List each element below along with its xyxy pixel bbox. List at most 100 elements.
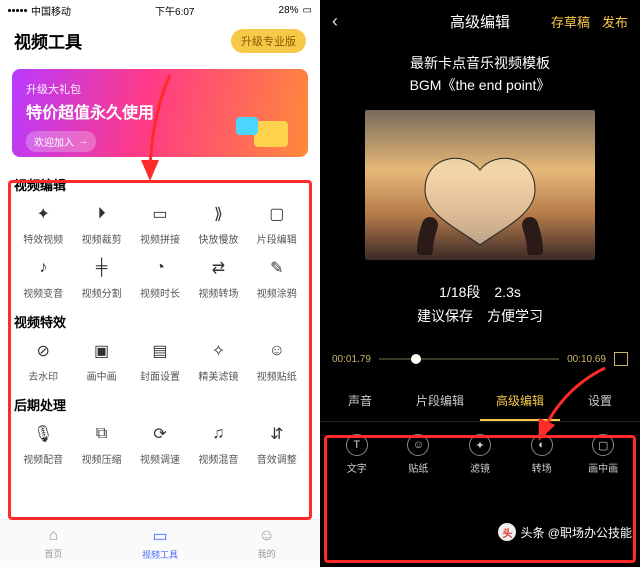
upgrade-pro-button[interactable]: 升级专业版: [231, 29, 306, 53]
editor-tabs: 声音 片段编辑 高级编辑 设置: [320, 382, 640, 422]
tool-label: 快放慢放: [198, 231, 238, 246]
editor-tool-item[interactable]: T 文字: [326, 434, 388, 475]
bottom-tabbar: ⌂首页 ▭视频工具 ☺我的: [0, 519, 320, 567]
timeline-knob[interactable]: [411, 354, 421, 364]
tool-label: 片段编辑: [257, 231, 297, 246]
tool-label: 视频分割: [82, 285, 122, 300]
tool-item[interactable]: ⟫ 快放慢放: [189, 202, 247, 246]
tool-item[interactable]: ◔视频时长: [131, 256, 189, 300]
tool-item[interactable]: ♫视频混音: [189, 422, 247, 466]
tool-item[interactable]: ⏵ 视频裁剪: [72, 202, 130, 246]
tool-item[interactable]: ☺ 视频贴纸: [248, 339, 306, 383]
tab-sound[interactable]: 声音: [320, 382, 400, 421]
section-title: 视频特效: [14, 312, 306, 331]
tool-label: 视频时长: [140, 285, 180, 300]
status-time: 下午6:07: [155, 3, 194, 18]
tool-item[interactable]: 🎙视频配音: [14, 422, 72, 466]
tool-icon: ✦: [31, 202, 55, 226]
time-end: 00:10.69: [567, 354, 606, 365]
tool-icon: ⟫: [206, 202, 230, 226]
time-start: 00:01.79: [332, 354, 371, 365]
clip-meta: 1/18段2.3s 建议保存方便学习: [320, 282, 640, 326]
tool-item[interactable]: ▭ 视频拼接: [131, 202, 189, 246]
timeline-track[interactable]: [379, 358, 559, 360]
tool-item[interactable]: ╪ 视频分割: [72, 256, 130, 300]
left-phone: 中国移动 下午6:07 28%▭ 视频工具 升级专业版 升级大礼包 特价超值永久…: [0, 0, 320, 567]
tool-item[interactable]: ⟳视频调速: [131, 422, 189, 466]
tool-icon: ♫: [206, 422, 230, 446]
editor-tool-label: 转场: [532, 460, 552, 475]
carrier: 中国移动: [31, 3, 71, 18]
tab-mine[interactable]: ☺我的: [213, 520, 320, 567]
tool-item[interactable]: ▤封面设置: [131, 339, 189, 383]
editor-tool-icon: ▢: [592, 434, 614, 456]
tool-icon: ╪: [90, 256, 114, 280]
editor-tool-label: 贴纸: [408, 460, 428, 475]
tool-item[interactable]: ✦特效视频: [14, 202, 72, 246]
tool-label: 封面设置: [140, 368, 180, 383]
tool-item[interactable]: ▣画中画: [72, 339, 130, 383]
tool-label: 去水印: [28, 368, 58, 383]
duration-label: 2.3s: [494, 284, 520, 300]
template-title: 最新卡点音乐视频模板 BGM《the end point》: [320, 52, 640, 96]
status-bar: 中国移动 下午6:07 28%▭: [0, 0, 320, 20]
tool-icon: ✎: [265, 256, 289, 280]
editor-tool-item[interactable]: ◐ 转场: [511, 434, 573, 475]
tool-icon: ✧: [206, 339, 230, 363]
tool-label: 视频拼接: [140, 231, 180, 246]
tool-item[interactable]: ⊘ 去水印: [14, 339, 72, 383]
tab-video-tools[interactable]: ▭视频工具: [107, 520, 214, 567]
tab-segment-edit[interactable]: 片段编辑: [400, 382, 480, 421]
editor-header: ‹ 高级编辑 存草稿 发布: [320, 0, 640, 42]
tool-icon: ⏵: [90, 202, 114, 226]
publish-button[interactable]: 发布: [602, 12, 628, 31]
tool-icon: ⧉: [90, 422, 114, 446]
editor-tool-label: 画中画: [588, 460, 618, 475]
tool-item[interactable]: ⇵ 音效调整: [248, 422, 306, 466]
promo-banner[interactable]: 升级大礼包 特价超值永久使用 欢迎加入 →: [12, 69, 308, 157]
tool-item[interactable]: ♪视频变音: [14, 256, 72, 300]
fullscreen-icon[interactable]: [614, 352, 628, 366]
battery-pct: 28%: [279, 5, 299, 16]
promo-join-button[interactable]: 欢迎加入 →: [26, 131, 96, 152]
watermark: 头 头条 @职场办公技能: [498, 523, 632, 541]
editor-tool-icon: ✦: [469, 434, 491, 456]
tool-label: 音效调整: [257, 451, 297, 466]
promo-line1: 升级大礼包: [26, 81, 294, 97]
tool-icon: ⟳: [148, 422, 172, 446]
right-phone: ‹ 高级编辑 存草稿 发布 最新卡点音乐视频模板 BGM《the end poi…: [320, 0, 640, 567]
tip-save: 建议保存: [417, 308, 473, 324]
tool-label: 视频贴纸: [257, 368, 297, 383]
tool-item[interactable]: ⇄视频转场: [189, 256, 247, 300]
tool-item[interactable]: ▢ 片段编辑: [248, 202, 306, 246]
tool-label: 视频裁剪: [82, 231, 122, 246]
editor-tool-item[interactable]: ▢ 画中画: [572, 434, 634, 475]
tool-icon: ♪: [31, 256, 55, 280]
home-icon: ⌂: [49, 527, 59, 545]
tab-advanced-edit[interactable]: 高级编辑: [480, 382, 560, 421]
tip-learn: 方便学习: [487, 308, 543, 324]
profile-icon: ☺: [259, 527, 275, 545]
save-draft-button[interactable]: 存草稿: [551, 12, 590, 31]
tool-icon: ▭: [148, 202, 172, 226]
tool-label: 视频涂鸦: [257, 285, 297, 300]
section-title: 后期处理: [14, 395, 306, 414]
tool-icon: ⊘: [31, 339, 55, 363]
editor-tool-icon: T: [346, 434, 368, 456]
tool-item[interactable]: ⧉视频压缩: [72, 422, 130, 466]
page-header: 视频工具 升级专业版: [0, 20, 320, 61]
tool-label: 视频配音: [23, 451, 63, 466]
tab-home[interactable]: ⌂首页: [0, 520, 107, 567]
tab-settings[interactable]: 设置: [560, 382, 640, 421]
editor-tool-label: 文字: [347, 460, 367, 475]
editor-tool-icon: ◐: [531, 434, 553, 456]
video-preview[interactable]: [365, 110, 595, 260]
tool-item[interactable]: ✧精美滤镜: [189, 339, 247, 383]
tool-icon: ☺: [265, 339, 289, 363]
editor-tool-icon: ☺: [407, 434, 429, 456]
tool-item[interactable]: ✎ 视频涂鸦: [248, 256, 306, 300]
editor-tool-item[interactable]: ☺ 贴纸: [388, 434, 450, 475]
tool-icon: ⇵: [265, 422, 289, 446]
editor-tool-item[interactable]: ✦滤镜: [449, 434, 511, 475]
tool-icon: ▢: [265, 202, 289, 226]
